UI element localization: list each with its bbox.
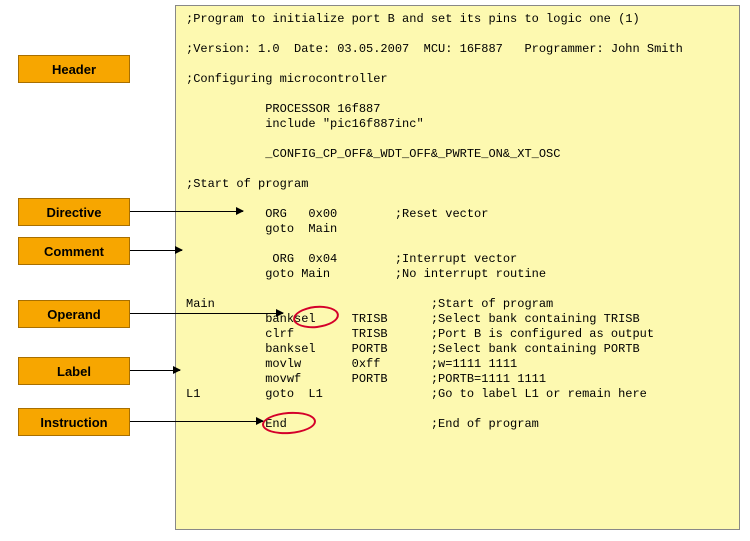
arrow-label (130, 370, 180, 371)
code-line: ORG 0x00 ;Reset vector (186, 207, 488, 221)
annotation-header: Header (18, 55, 130, 83)
annotation-instruction: Instruction (18, 408, 130, 436)
code-line: goto Main ;No interrupt routine (186, 267, 546, 281)
code-line: banksel PORTB ;Select bank containing PO… (186, 342, 640, 356)
arrow-instruction (130, 421, 263, 422)
code-line: goto Main (186, 222, 337, 236)
annotation-directive: Directive (18, 198, 130, 226)
code-line: End ;End of program (186, 417, 539, 431)
code-block: ;Program to initialize port B and set it… (175, 5, 740, 530)
annotation-comment: Comment (18, 237, 130, 265)
code-line: ;Program to initialize port B and set it… (186, 12, 640, 26)
annotation-label: Label (18, 357, 130, 385)
code-line: ;Version: 1.0 Date: 03.05.2007 MCU: 16F8… (186, 42, 683, 56)
arrow-directive (130, 211, 243, 212)
code-line: include "pic16f887inc" (186, 117, 424, 131)
code-line: _CONFIG_CP_OFF&_WDT_OFF&_PWRTE_ON&_XT_OS… (186, 147, 560, 161)
code-line: L1 goto L1 ;Go to label L1 or remain her… (186, 387, 647, 401)
annotation-operand: Operand (18, 300, 130, 328)
code-line: movlw 0xff ;w=1111 1111 (186, 357, 517, 371)
code-line: movwf PORTB ;PORTB=1111 1111 (186, 372, 546, 386)
code-line: ;Start of program (186, 177, 308, 191)
code-line: ORG 0x04 ;Interrupt vector (186, 252, 517, 266)
code-line: ;Configuring microcontroller (186, 72, 388, 86)
arrow-operand (130, 313, 283, 314)
code-line: banksel TRISB ;Select bank containing TR… (186, 312, 640, 326)
code-line: Main ;Start of program (186, 297, 553, 311)
arrow-comment (130, 250, 182, 251)
code-line: clrf TRISB ;Port B is configured as outp… (186, 327, 654, 341)
code-line: PROCESSOR 16f887 (186, 102, 380, 116)
